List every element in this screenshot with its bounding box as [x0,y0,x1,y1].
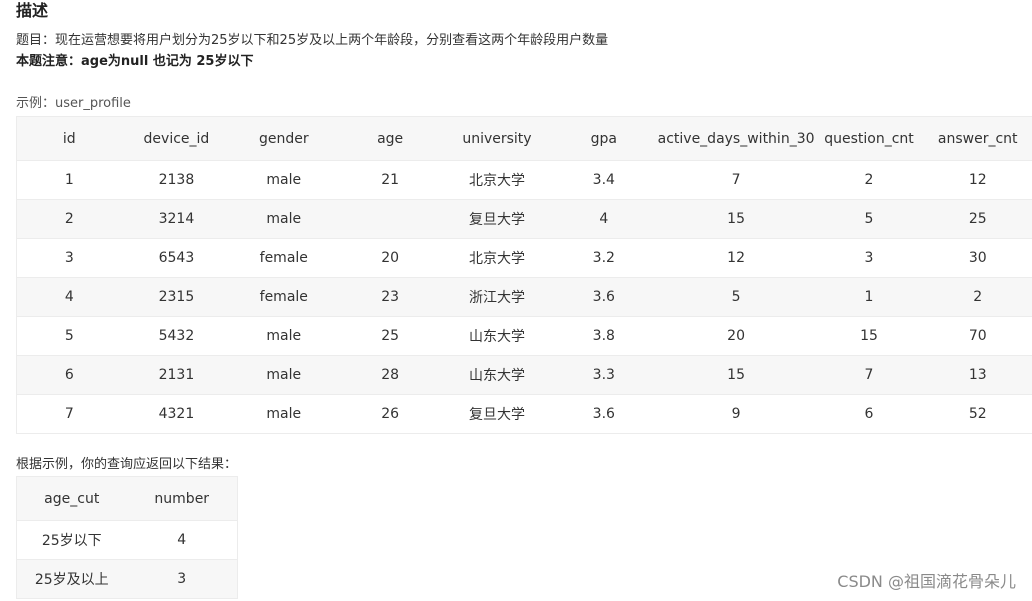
table-cell: 3 [864,250,874,266]
table-row: 5 5432 male 25 山东大学 3.8 20 15 70 [16,316,1032,356]
table-cell: 15 [727,211,745,227]
table-cell: 5 [64,328,74,344]
table-cell: 6543 [158,250,195,266]
table-cell: 9 [731,406,741,422]
table-cell: 28 [381,367,400,383]
table-cell: 70 [968,328,987,344]
table-cell: 26 [381,406,400,422]
table-cell: 3 [177,571,187,587]
user-profile-table: id device_id gender age university gpa a… [16,116,1032,434]
table-cell: 15 [860,328,878,344]
column-header: university [462,130,532,147]
example-label: 示例：user_profile [16,96,131,111]
table-header-row: id device_id gender age university gpa a… [16,116,1032,161]
column-header: id [62,130,76,147]
column-header: active_days_within_30 [657,130,815,147]
table-cell: male [266,367,302,383]
table-cell: 3.6 [592,289,615,305]
column-header: age_cut [44,490,100,507]
table-cell: 5 [864,211,874,227]
column-header: gender [258,130,309,147]
table-cell: 2315 [158,289,195,305]
table-cell: 20 [381,250,400,266]
section-heading: 描述 [16,1,49,20]
table-cell: 3.4 [592,172,615,188]
column-header: gpa [590,130,617,147]
problem-statement: 题目：现在运营想要将用户划分为25岁以下和25岁及以上两个年龄段，分别查看这两个… [16,33,609,48]
table-cell: 21 [381,172,400,188]
table-cell: 3.8 [592,328,615,344]
column-header: age [377,130,404,147]
table-row: 7 4321 male 26 复旦大学 3.6 9 6 52 [16,394,1032,434]
table-cell: 4 [599,211,609,227]
column-header: number [154,490,210,507]
column-header: device_id [143,130,210,147]
column-header: answer_cnt [937,130,1018,147]
table-cell: 15 [727,367,745,383]
table-cell: 7 [864,367,874,383]
table-cell: 复旦大学 [468,212,525,228]
table-cell: male [266,406,302,422]
table-cell: 北京大学 [468,173,525,189]
table-row: 25岁以下 4 [16,521,238,560]
table-cell: 1 [64,172,74,188]
table-cell: 浙江大学 [468,290,525,306]
table-row: 1 2138 male 21 北京大学 3.4 7 2 12 [16,160,1032,200]
table-cell: 4 [64,289,74,305]
table-cell: 3.2 [592,250,615,266]
table-cell: male [266,172,302,188]
table-row: 6 2131 male 28 山东大学 3.3 15 7 13 [16,355,1032,395]
table-header-row: age_cut number [16,476,238,521]
table-cell: 20 [727,328,745,344]
table-row: 25岁及以上 3 [16,559,238,599]
table-row: 2 3214 male 复旦大学 4 15 5 25 [16,199,1032,239]
table-cell: male [266,328,302,344]
table-cell: 25 [381,328,400,344]
table-cell: female [259,250,308,266]
table-cell: 4 [177,532,187,548]
result-label: 根据示例，你的查询应返回以下结果： [16,457,238,472]
table-cell: 3214 [158,211,195,227]
table-cell: 25 [968,211,987,227]
table-cell: 3 [64,250,74,266]
table-cell: 1 [864,289,874,305]
table-cell: 5 [731,289,741,305]
table-row: 3 6543 female 20 北京大学 3.2 12 3 30 [16,238,1032,278]
table-cell: 2 [864,172,874,188]
table-cell: 7 [64,406,74,422]
table-row: 4 2315 female 23 浙江大学 3.6 5 1 2 [16,277,1032,317]
table-cell: 山东大学 [468,368,525,384]
table-cell: 3.3 [592,367,615,383]
table-cell: 2 [64,211,74,227]
table-cell: 山东大学 [468,329,525,345]
table-cell: 北京大学 [468,251,525,267]
table-cell: 6 [64,367,74,383]
table-cell: 3.6 [592,406,615,422]
table-cell: male [266,211,302,227]
table-cell: 12 [968,172,987,188]
table-cell: 13 [968,367,987,383]
table-cell [336,200,444,239]
table-cell: 12 [727,250,745,266]
watermark: CSDN @祖国滴花骨朵儿 [837,572,1016,591]
table-cell: 5432 [158,328,195,344]
table-cell: 25岁以下 [41,533,102,549]
table-cell: 复旦大学 [468,407,525,423]
table-cell: 2131 [158,367,195,383]
result-table: age_cut number 25岁以下 4 25岁及以上 3 [16,476,238,599]
column-header: question_cnt [824,130,914,147]
table-cell: 4321 [158,406,195,422]
table-cell: 7 [731,172,741,188]
table-cell: 30 [968,250,987,266]
table-cell: female [259,289,308,305]
table-cell: 2138 [158,172,195,188]
table-cell: 52 [968,406,987,422]
table-cell: 25岁及以上 [34,572,109,588]
table-cell: 6 [864,406,874,422]
table-cell: 23 [381,289,400,305]
problem-note: 本题注意：age为null 也记为 25岁以下 [16,54,254,69]
table-cell: 2 [973,289,983,305]
